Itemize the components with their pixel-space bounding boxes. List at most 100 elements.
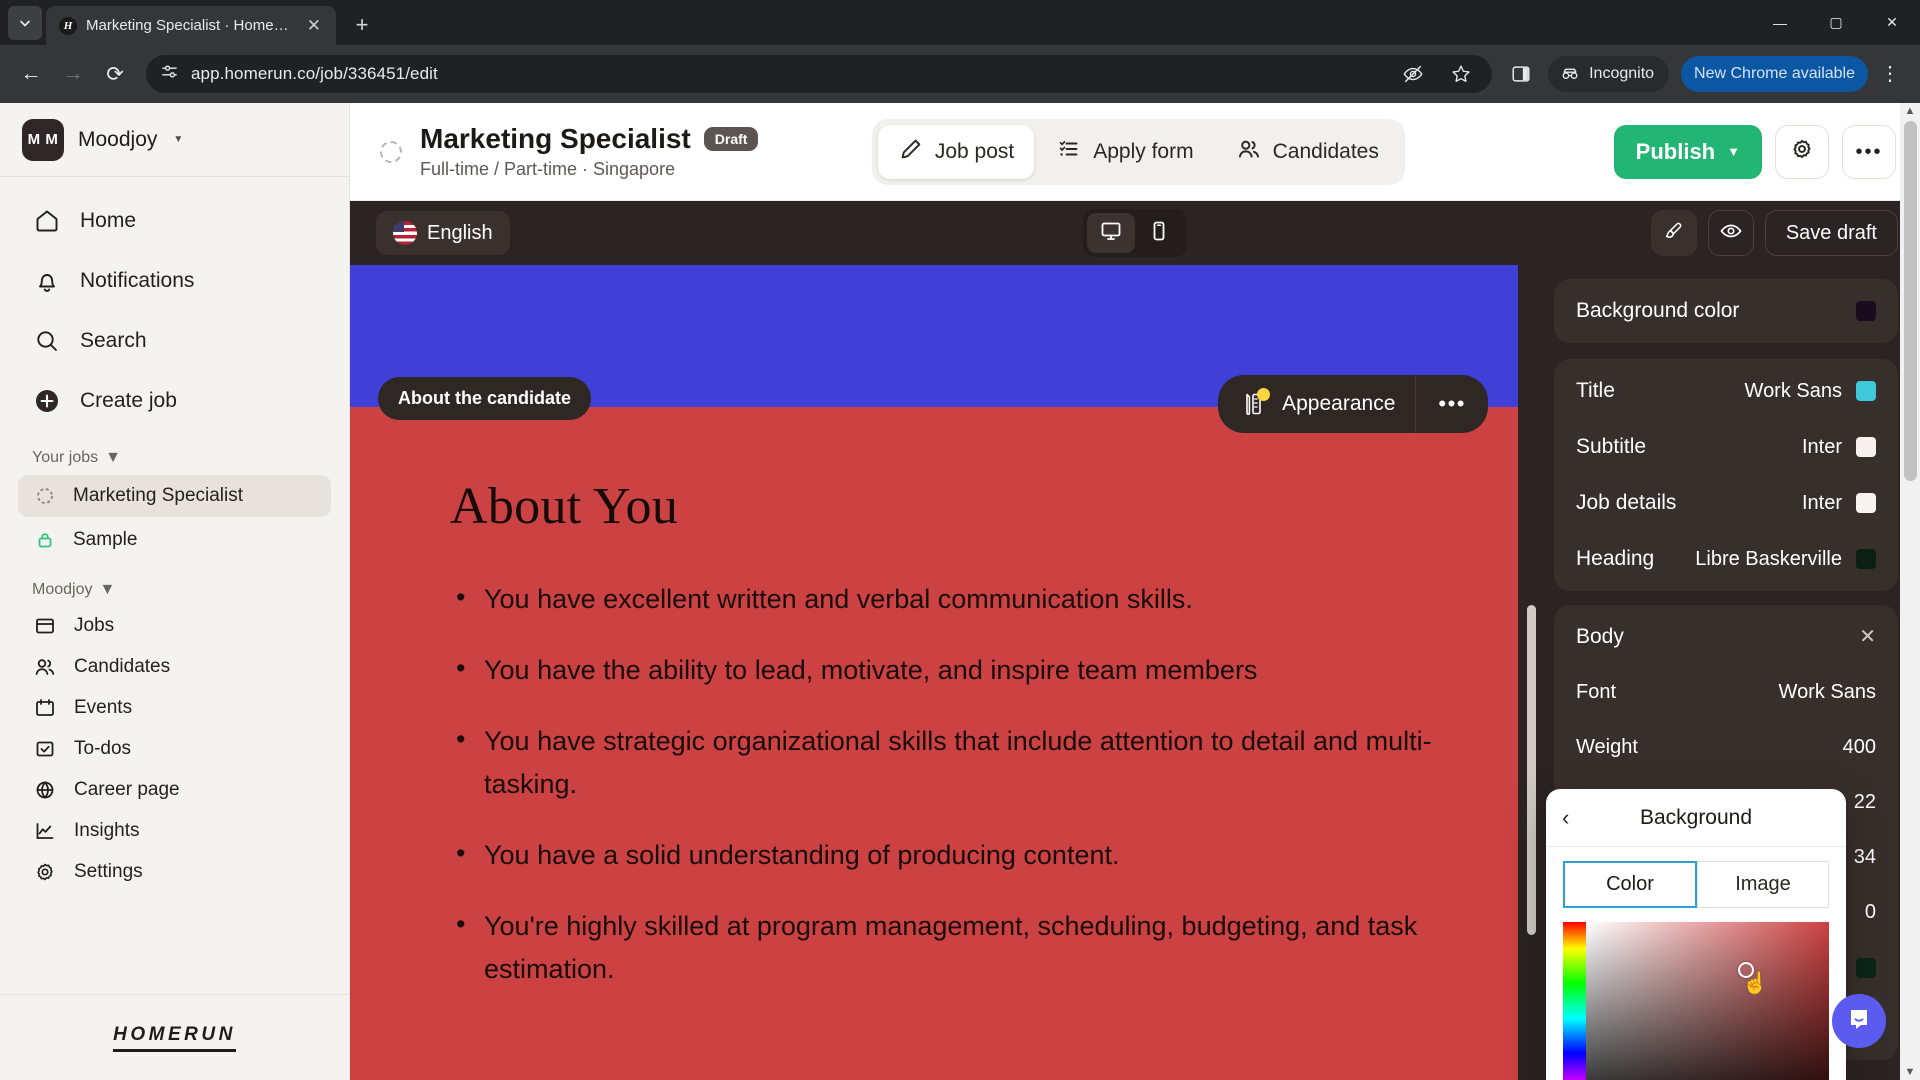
tab-job-post[interactable]: Job post — [877, 124, 1035, 179]
sidebar-item-notifications[interactable]: Notifications — [18, 251, 331, 311]
close-tab-icon[interactable]: ✕ — [302, 15, 326, 36]
chevron-down-icon[interactable]: ▼ — [173, 134, 183, 145]
sidebar-item-settings[interactable]: Settings — [18, 851, 331, 892]
section-chip[interactable]: About the candidate — [378, 377, 592, 420]
side-panel-icon[interactable] — [1504, 57, 1538, 91]
page-scrollbar-thumb[interactable] — [1903, 121, 1917, 481]
sidebar-item-create-job[interactable]: Create job — [18, 371, 331, 431]
saturation-value-area[interactable]: ☝ — [1586, 922, 1829, 1080]
eye-icon — [1719, 219, 1743, 248]
save-draft-button[interactable]: Save draft — [1764, 210, 1898, 256]
sidebar-item-to-dos[interactable]: To-dos — [18, 728, 331, 769]
back-icon[interactable]: ‹ — [1562, 806, 1569, 829]
tab-image[interactable]: Image — [1697, 861, 1829, 908]
body-row-font[interactable]: Font Work Sans — [1554, 665, 1898, 720]
language-selector[interactable]: English — [376, 211, 510, 255]
list-item[interactable]: You have strategic organizational skills… — [450, 718, 1460, 806]
typography-row-title[interactable]: Title Work Sans — [1554, 363, 1898, 419]
chrome-menu-icon[interactable]: ⋮ — [1872, 64, 1908, 84]
checklist-icon — [1056, 136, 1082, 168]
picker-tabs: Color Image — [1546, 847, 1846, 908]
your-jobs-group-header[interactable]: Your jobs ▼ — [0, 431, 349, 473]
org-switcher[interactable]: M M Moodjoy ▼ — [0, 103, 349, 177]
sidebar-item-candidates[interactable]: Candidates — [18, 646, 331, 687]
tab-candidates[interactable]: Candidates — [1216, 125, 1399, 179]
background-color-row[interactable]: Background color — [1554, 283, 1898, 339]
forward-icon[interactable]: → — [54, 55, 92, 93]
minimize-window-button[interactable]: — — [1752, 0, 1808, 45]
sidebar-item-events[interactable]: Events — [18, 687, 331, 728]
address-bar[interactable]: app.homerun.co/job/336451/edit — [146, 55, 1493, 93]
typography-color-swatch[interactable] — [1856, 381, 1876, 401]
page-scrollbar[interactable]: ▲ ▼ — [1900, 103, 1920, 1080]
body-row-value: 34 — [1853, 846, 1876, 868]
sidebar-item-jobs[interactable]: Jobs — [18, 605, 331, 646]
editor-toolbar: English Save draft — [350, 201, 1920, 265]
job-header: Marketing Specialist Draft Full-time / P… — [350, 103, 1920, 201]
mobile-preview-button[interactable] — [1135, 213, 1183, 253]
tab-search-button[interactable] — [8, 6, 42, 40]
pencil-icon — [898, 136, 924, 168]
tab-apply-form[interactable]: Apply form — [1036, 125, 1213, 179]
job-settings-button[interactable] — [1775, 124, 1829, 179]
body-row-value: 400 — [1842, 736, 1876, 758]
typography-label: Subtitle — [1576, 435, 1647, 458]
list-item[interactable]: You have the ability to lead, motivate, … — [450, 647, 1460, 692]
reload-icon[interactable]: ⟳ — [96, 55, 134, 93]
typography-color-swatch[interactable] — [1856, 437, 1876, 457]
publish-button[interactable]: Publish ▼ — [1613, 124, 1762, 179]
dashed-circle-icon — [32, 483, 58, 509]
appearance-more-button[interactable]: ••• — [1415, 375, 1488, 433]
new-tab-button[interactable]: + — [345, 8, 379, 42]
list-item[interactable]: You have a solid understanding of produc… — [450, 832, 1460, 877]
intercom-chat-button[interactable] — [1832, 994, 1886, 1048]
sidebar-item-insights[interactable]: Insights — [18, 810, 331, 851]
background-color-swatch[interactable] — [1856, 301, 1876, 321]
typography-color-swatch[interactable] — [1856, 549, 1876, 569]
job-more-button[interactable]: ••• — [1842, 124, 1896, 179]
browser-tab[interactable]: H Marketing Specialist · Homerun ✕ — [46, 6, 336, 45]
typography-row-heading[interactable]: Heading Libre Baskerville — [1554, 531, 1898, 587]
chrome-update-button[interactable]: New Chrome available — [1681, 56, 1868, 92]
sidebar-item-sample[interactable]: Sample — [18, 519, 331, 561]
close-icon[interactable]: ✕ — [1859, 627, 1876, 647]
typography-row-job-details[interactable]: Job details Inter — [1554, 475, 1898, 531]
workspace-group-header[interactable]: Moodjoy ▼ — [0, 563, 349, 605]
sidebar-item-career-page[interactable]: Career page — [18, 769, 331, 810]
hue-slider[interactable] — [1563, 922, 1586, 1080]
bell-icon — [32, 266, 62, 296]
hide-password-icon[interactable] — [1396, 57, 1430, 91]
job-post-canvas[interactable]: About the candidate Appearance ••• About… — [350, 265, 1518, 1080]
typography-color-swatch[interactable] — [1856, 493, 1876, 513]
sidebar-item-search[interactable]: Search — [18, 311, 331, 371]
desktop-preview-button[interactable] — [1087, 213, 1135, 253]
gear-icon — [1789, 136, 1815, 167]
list-item[interactable]: You have excellent written and verbal co… — [450, 576, 1460, 621]
color-handle[interactable] — [1738, 962, 1754, 978]
body-color-swatch[interactable] — [1856, 957, 1876, 978]
language-label: English — [427, 221, 493, 244]
close-window-button[interactable]: ✕ — [1864, 0, 1920, 45]
style-brush-button[interactable] — [1650, 210, 1697, 256]
tab-color[interactable]: Color — [1563, 861, 1697, 908]
bookmark-star-icon[interactable] — [1444, 57, 1478, 91]
post-heading[interactable]: About You — [450, 477, 1518, 536]
publish-label: Publish — [1635, 138, 1716, 164]
typography-row-subtitle[interactable]: Subtitle Inter — [1554, 419, 1898, 475]
sidebar-item-marketing-specialist[interactable]: Marketing Specialist — [18, 475, 331, 517]
incognito-indicator[interactable]: Incognito — [1548, 56, 1670, 92]
body-row-value: 22 — [1853, 791, 1876, 813]
appearance-button[interactable]: Appearance — [1218, 375, 1415, 433]
site-settings-icon[interactable] — [160, 62, 179, 86]
list-item[interactable]: You're highly skilled at program managem… — [450, 903, 1460, 991]
maximize-window-button[interactable]: ▢ — [1808, 0, 1864, 45]
scroll-down-arrow-icon[interactable]: ▼ — [1905, 1066, 1916, 1078]
people-icon — [32, 654, 58, 680]
picker-title: Background — [1639, 805, 1753, 829]
sidebar-item-home[interactable]: Home — [18, 191, 331, 251]
body-row-weight[interactable]: Weight 400 — [1554, 720, 1898, 775]
preview-button[interactable] — [1707, 210, 1754, 256]
canvas-scrollbar-thumb[interactable] — [1527, 605, 1536, 935]
scroll-up-arrow-icon[interactable]: ▲ — [1905, 105, 1916, 117]
back-icon[interactable]: ← — [12, 55, 50, 93]
